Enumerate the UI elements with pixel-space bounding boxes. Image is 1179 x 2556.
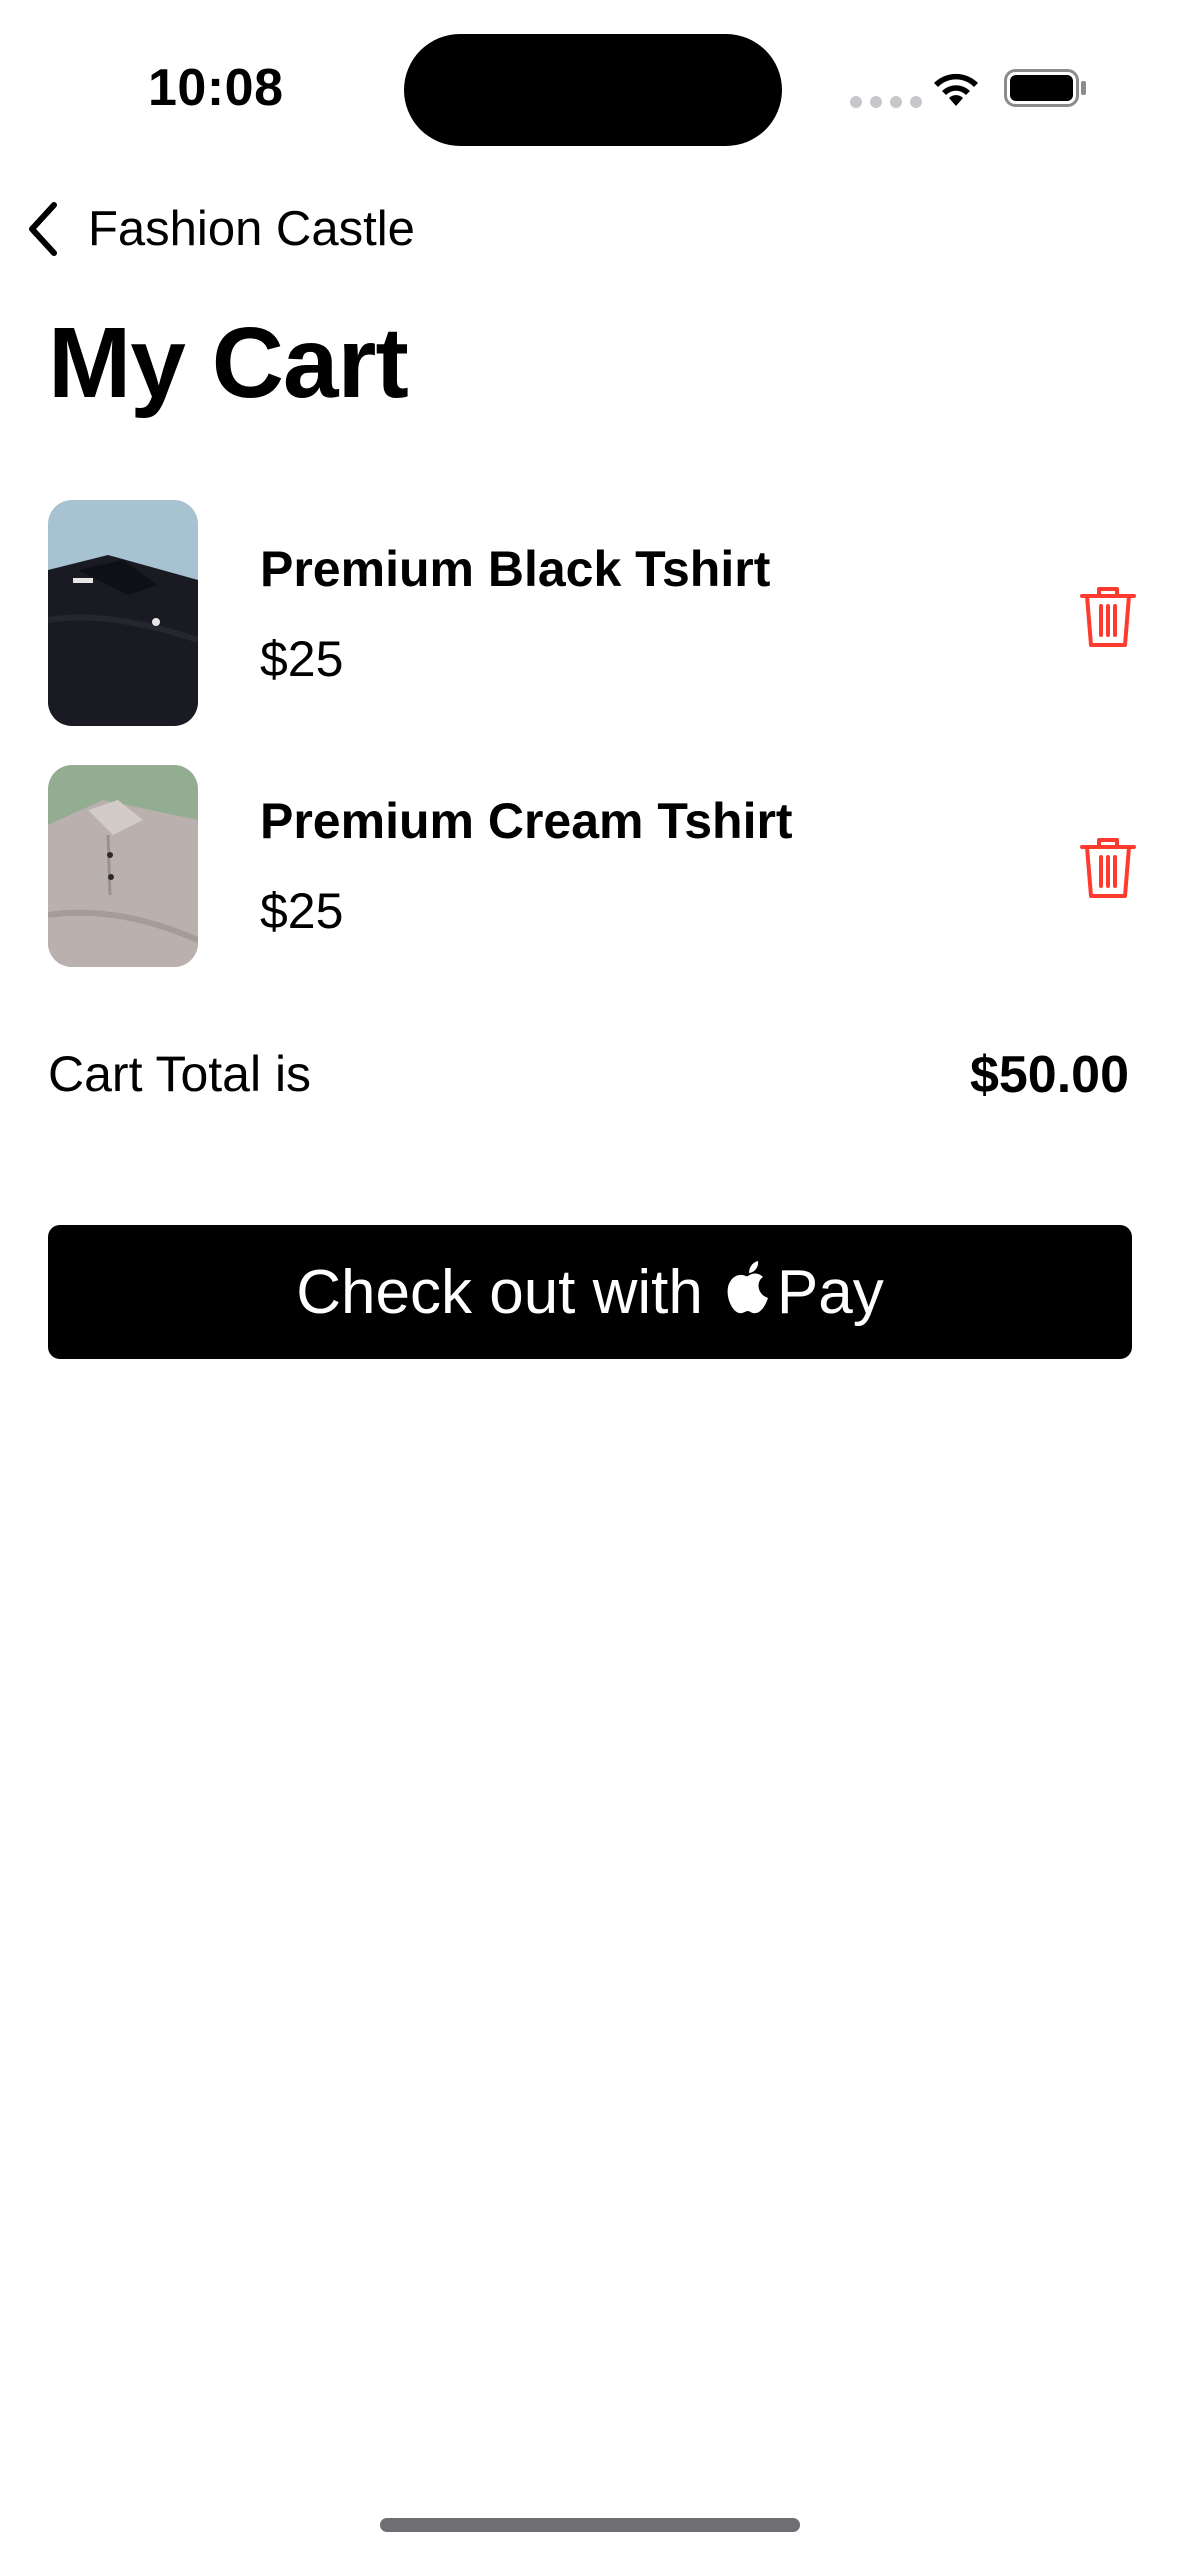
wifi-icon <box>934 73 978 106</box>
apple-logo-icon <box>727 1261 768 1314</box>
cart-total-label: Cart Total is <box>48 1046 312 1102</box>
cart-item: Premium Cream Tshirt $25 <box>48 765 1136 969</box>
product-image <box>48 765 198 967</box>
back-button-label: Fashion Castle <box>88 202 415 256</box>
product-image <box>48 500 198 726</box>
trash-icon[interactable] <box>1078 835 1138 901</box>
trash-icon[interactable] <box>1078 584 1138 650</box>
cart-total-value: $50.00 <box>969 1046 1129 1104</box>
status-time: 10:08 <box>148 59 284 117</box>
item-price: $25 <box>260 631 344 687</box>
dynamic-island <box>404 34 782 146</box>
checkout-label-suffix: Pay <box>776 1257 884 1327</box>
cart-item: Premium Black Tshirt $25 <box>48 500 1136 728</box>
item-name: Premium Black Tshirt <box>260 541 771 597</box>
apple-pay-checkout-button[interactable]: Check out with Pay <box>48 1225 1132 1359</box>
chevron-left-icon <box>29 202 57 256</box>
item-name: Premium Cream Tshirt <box>260 793 793 849</box>
cellular-signal-icon <box>850 96 922 108</box>
page-title: My Cart <box>48 307 409 419</box>
home-indicator[interactable] <box>380 2518 800 2532</box>
battery-icon <box>1004 69 1086 107</box>
item-price: $25 <box>260 883 344 939</box>
checkout-label-prefix: Check out with <box>296 1257 703 1327</box>
back-button[interactable]: Fashion Castle <box>22 196 415 262</box>
